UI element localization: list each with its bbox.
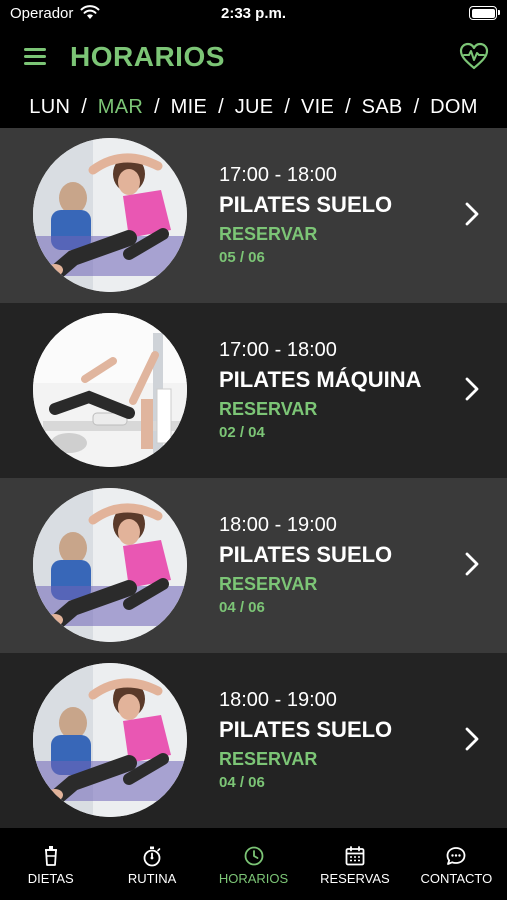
day-thu[interactable]: JUE	[235, 96, 274, 119]
reserve-link[interactable]: RESERVAR	[219, 749, 317, 770]
class-list: 17:00 - 18:00 PILATES SUELO RESERVAR 05 …	[0, 128, 507, 831]
class-time: 18:00 - 19:00	[219, 514, 337, 536]
class-name: PILATES SUELO	[219, 717, 393, 742]
reserve-link[interactable]: RESERVAR	[219, 574, 317, 595]
chat-icon	[446, 847, 466, 865]
clock-icon	[244, 846, 263, 866]
bottom-tab-bar: DIETAS RUTINA HORARIOS RESERVAS CONTACTO	[0, 831, 507, 900]
tab-label: RESERVAS	[320, 871, 390, 886]
day-separator: /	[413, 95, 420, 118]
day-fri[interactable]: VIE	[301, 96, 334, 119]
day-separator: /	[81, 95, 87, 118]
class-capacity: 04 / 06	[219, 599, 265, 616]
page-title: HORARIOS	[70, 41, 225, 72]
class-time: 17:00 - 18:00	[219, 164, 337, 186]
cup-icon	[44, 846, 57, 866]
class-name: PILATES MÁQUINA	[219, 367, 422, 392]
clock-time: 2:33 p.m.	[220, 5, 287, 22]
class-row[interactable]: 17:00 - 18:00 PILATES SUELO RESERVAR 05 …	[0, 128, 507, 303]
heart-rate-icon[interactable]	[459, 42, 489, 70]
tab-dietas[interactable]: DIETAS	[0, 831, 101, 900]
day-separator: /	[345, 95, 351, 118]
class-capacity: 04 / 06	[219, 774, 265, 791]
class-time: 18:00 - 19:00	[219, 689, 337, 711]
class-row[interactable]: 18:00 - 19:00 PILATES SUELO RESERVAR 04 …	[0, 478, 507, 653]
tab-label: HORARIOS	[218, 871, 289, 886]
class-row[interactable]: 18:00 - 19:00 PILATES SUELO RESERVAR 04 …	[0, 653, 507, 828]
day-separator: /	[284, 95, 290, 118]
status-bar: Operador 2:33 p.m.	[0, 0, 507, 28]
day-selector: LUN / MAR / MIE / JUE / VIE / SAB / DOM	[0, 86, 507, 128]
app-header: HORARIOS	[0, 28, 507, 86]
class-photo	[33, 663, 187, 817]
day-separator: /	[218, 95, 224, 118]
tab-reservas[interactable]: RESERVAS	[304, 831, 405, 900]
class-photo	[33, 313, 187, 467]
class-time: 17:00 - 18:00	[219, 339, 337, 361]
reserve-link[interactable]: RESERVAR	[219, 399, 317, 420]
class-name: PILATES SUELO	[219, 542, 393, 567]
day-sat[interactable]: SAB	[362, 96, 403, 119]
chevron-right-icon[interactable]	[465, 727, 479, 751]
tab-label: RUTINA	[127, 871, 177, 886]
chevron-right-icon[interactable]	[465, 202, 479, 226]
tab-rutina[interactable]: RUTINA	[101, 831, 202, 900]
stopwatch-icon	[143, 846, 161, 867]
chevron-right-icon[interactable]	[465, 552, 479, 576]
tab-label: CONTACTO	[420, 871, 493, 886]
tab-contacto[interactable]: CONTACTO	[406, 831, 507, 900]
class-name: PILATES SUELO	[219, 192, 393, 217]
battery-icon	[469, 6, 500, 20]
class-photo	[33, 488, 187, 642]
class-photo	[33, 138, 187, 292]
day-sun[interactable]: DOM	[430, 96, 478, 119]
class-capacity: 05 / 06	[219, 249, 265, 266]
day-tue[interactable]: MAR	[98, 96, 143, 119]
calendar-icon	[345, 846, 365, 866]
tab-label: DIETAS	[27, 871, 74, 886]
menu-icon[interactable]	[24, 48, 46, 66]
day-mon[interactable]: LUN	[29, 96, 70, 119]
day-wed[interactable]: MIE	[171, 96, 207, 119]
reserve-link[interactable]: RESERVAR	[219, 224, 317, 245]
class-capacity: 02 / 04	[219, 424, 265, 441]
chevron-right-icon[interactable]	[465, 377, 479, 401]
day-separator: /	[154, 95, 160, 118]
tab-horarios[interactable]: HORARIOS	[203, 831, 304, 900]
class-row[interactable]: 17:00 - 18:00 PILATES MÁQUINA RESERVAR 0…	[0, 303, 507, 478]
